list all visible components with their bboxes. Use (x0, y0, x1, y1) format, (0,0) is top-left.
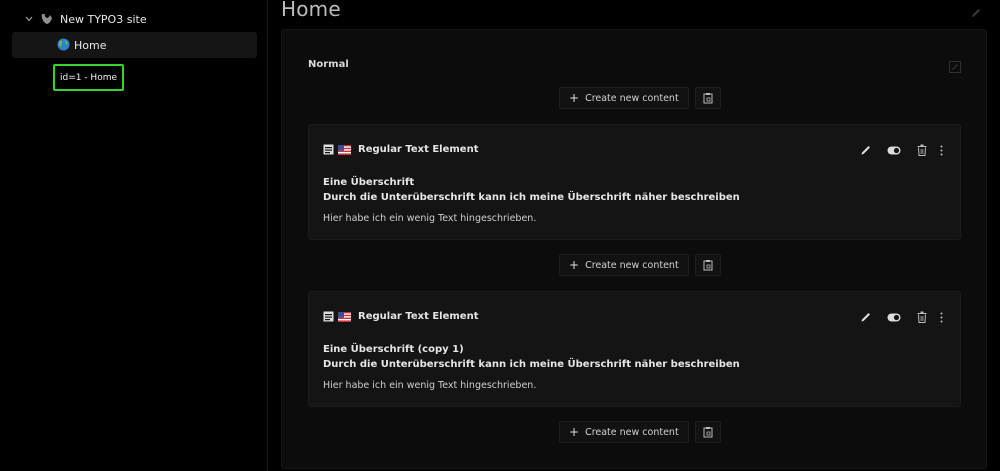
create-new-content-button[interactable]: + Create new content (559, 421, 689, 443)
trash-icon[interactable] (908, 309, 936, 325)
clipboard-paste-icon (703, 423, 713, 442)
new-content-row: + Create new content (559, 421, 721, 443)
content-subheader: Durch die Unterüberschrift kann ich mein… (323, 192, 740, 203)
page-id-tooltip: id=1 - Home (53, 64, 124, 91)
content-element[interactable]: Regular Text Element Eine Überschrift Du… (308, 124, 961, 240)
us-flag-icon (338, 311, 351, 322)
us-flag-icon (338, 144, 351, 155)
content-bodytext: Hier habe ich ein wenig Text hingeschrie… (323, 380, 537, 391)
globe-icon (57, 38, 70, 51)
content-bodytext: Hier habe ich ein wenig Text hingeschrie… (323, 213, 537, 224)
content-header: Eine Überschrift (323, 177, 415, 188)
plus-icon: + (569, 258, 580, 272)
create-new-content-label: Create new content (585, 259, 679, 271)
content-element[interactable]: Regular Text Element Eine Überschrift (c… (308, 291, 961, 407)
toggle-icon[interactable] (880, 309, 908, 325)
content-header: Eine Überschrift (copy 1) (323, 344, 464, 355)
pencil-icon[interactable] (852, 142, 880, 158)
pencil-icon[interactable] (970, 4, 984, 18)
pencil-icon[interactable] (852, 309, 880, 325)
content-element-actions (852, 309, 946, 325)
content-element-actions (852, 142, 946, 158)
chevron-down-icon[interactable] (24, 14, 34, 24)
clipboard-paste-icon (703, 89, 713, 108)
plus-icon: + (569, 425, 580, 439)
create-new-content-button[interactable]: + Create new content (559, 254, 689, 276)
create-new-content-button[interactable]: + Create new content (559, 87, 689, 109)
content-element-header: Regular Text Element (323, 144, 478, 155)
create-new-content-label: Create new content (585, 426, 679, 438)
tree-item-home[interactable]: Home (12, 32, 257, 58)
tree-home-label: Home (74, 38, 107, 52)
content-type-label: Regular Text Element (358, 311, 479, 322)
paste-button[interactable] (694, 254, 721, 276)
tree-site-label: New TYPO3 site (60, 12, 147, 26)
new-content-row: + Create new content (559, 87, 721, 109)
new-content-row: + Create new content (559, 254, 721, 276)
paste-button[interactable] (694, 87, 721, 109)
column-edit-icon[interactable] (949, 58, 963, 73)
column-title: Normal (308, 59, 349, 70)
page-tree: New TYPO3 site Home id=1 - Home (0, 0, 268, 471)
more-vertical-icon[interactable] (936, 142, 946, 158)
trash-icon[interactable] (908, 142, 936, 158)
text-element-icon (323, 311, 334, 322)
plus-icon: + (569, 91, 580, 105)
page-title: Home (281, 0, 341, 21)
paste-button[interactable] (694, 421, 721, 443)
content-subheader: Durch die Unterüberschrift kann ich mein… (323, 359, 740, 370)
text-element-icon (323, 144, 334, 155)
typo3-logo-icon (40, 13, 54, 25)
toggle-icon[interactable] (880, 142, 908, 158)
tree-item-site-root[interactable]: New TYPO3 site (24, 10, 147, 28)
content-element-header: Regular Text Element (323, 311, 478, 322)
create-new-content-label: Create new content (585, 92, 679, 104)
content-type-label: Regular Text Element (358, 144, 479, 155)
more-vertical-icon[interactable] (936, 309, 946, 325)
clipboard-paste-icon (703, 256, 713, 275)
